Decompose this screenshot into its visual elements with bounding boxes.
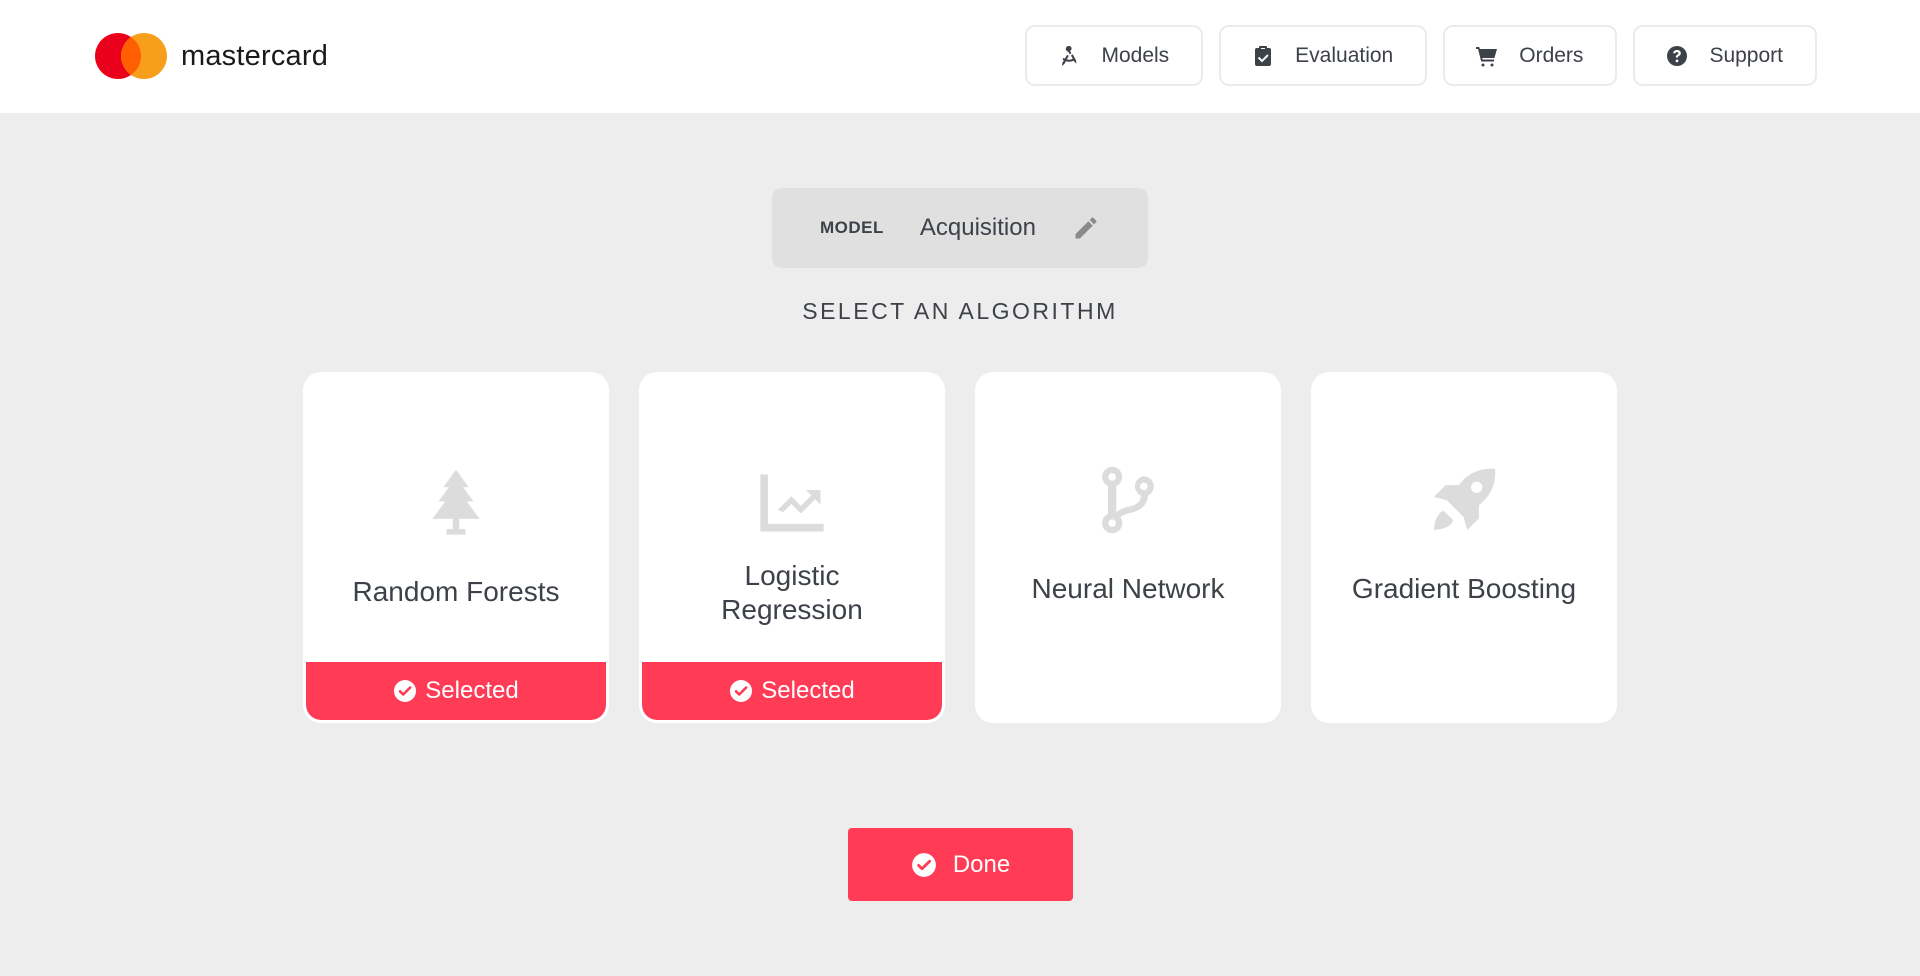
algorithm-card-random-forests[interactable]: Random Forests Selected <box>303 372 609 723</box>
mastercard-logo[interactable]: mastercard <box>95 33 328 79</box>
top-header: mastercard Models Evaluation Orders Supp… <box>0 0 1920 113</box>
cart-icon <box>1475 44 1499 68</box>
brand-name: mastercard <box>181 39 329 72</box>
selected-badge: Selected <box>306 662 606 720</box>
question-circle-icon <box>1665 44 1689 68</box>
check-circle-icon <box>729 679 753 703</box>
model-name-pill: MODEL Acquisition <box>772 188 1148 268</box>
algorithm-label: Gradient Boosting <box>1351 573 1577 604</box>
model-name: Acquisition <box>919 214 1036 241</box>
algorithm-card-logistic-regression[interactable]: Logistic Regression Selected <box>639 372 945 723</box>
tree-icon <box>432 469 480 535</box>
algorithm-cards: Random Forests Selected Logistic Regress… <box>303 372 1617 723</box>
rocket-icon <box>1433 468 1496 531</box>
clipboard-check-icon <box>1251 44 1275 68</box>
algorithm-card-gradient-boosting[interactable]: Gradient Boosting <box>1311 372 1617 723</box>
done-label: Done <box>952 850 1011 878</box>
nav-evaluation-button[interactable]: Evaluation <box>1219 25 1428 86</box>
done-button[interactable]: Done <box>848 828 1073 901</box>
check-circle-icon <box>911 852 937 878</box>
code-branch-icon <box>1102 466 1154 534</box>
algorithm-label: Logistic Regression <box>642 559 942 627</box>
pencil-icon[interactable] <box>1072 214 1100 242</box>
selected-label: Selected <box>761 677 855 704</box>
chart-line-icon <box>760 474 824 532</box>
selected-badge: Selected <box>642 662 942 720</box>
algorithm-card-neural-network[interactable]: Neural Network <box>975 372 1281 723</box>
model-tag: MODEL <box>820 218 884 237</box>
nav-support-label: Support <box>1709 43 1783 67</box>
compass-drafting-icon <box>1057 44 1081 68</box>
section-title: SELECT AN ALGORITHM <box>802 298 1118 324</box>
nav-models-button[interactable]: Models <box>1025 25 1204 86</box>
check-circle-icon <box>393 679 417 703</box>
nav-orders-button[interactable]: Orders <box>1443 25 1618 86</box>
algorithm-label-line1: Logistic <box>744 560 840 591</box>
algorithm-label: Neural Network <box>1031 573 1225 604</box>
nav-evaluation-label: Evaluation <box>1295 43 1394 67</box>
selected-label: Selected <box>425 677 519 704</box>
nav-models-label: Models <box>1101 43 1170 67</box>
algorithm-label-line2: Regression <box>721 594 863 625</box>
main-nav: Models Evaluation Orders Support <box>1025 25 1817 86</box>
nav-support-button[interactable]: Support <box>1633 25 1817 86</box>
mastercard-circles-icon <box>95 33 167 79</box>
algorithm-label: Random Forests <box>352 576 560 607</box>
nav-orders-label: Orders <box>1519 43 1584 67</box>
